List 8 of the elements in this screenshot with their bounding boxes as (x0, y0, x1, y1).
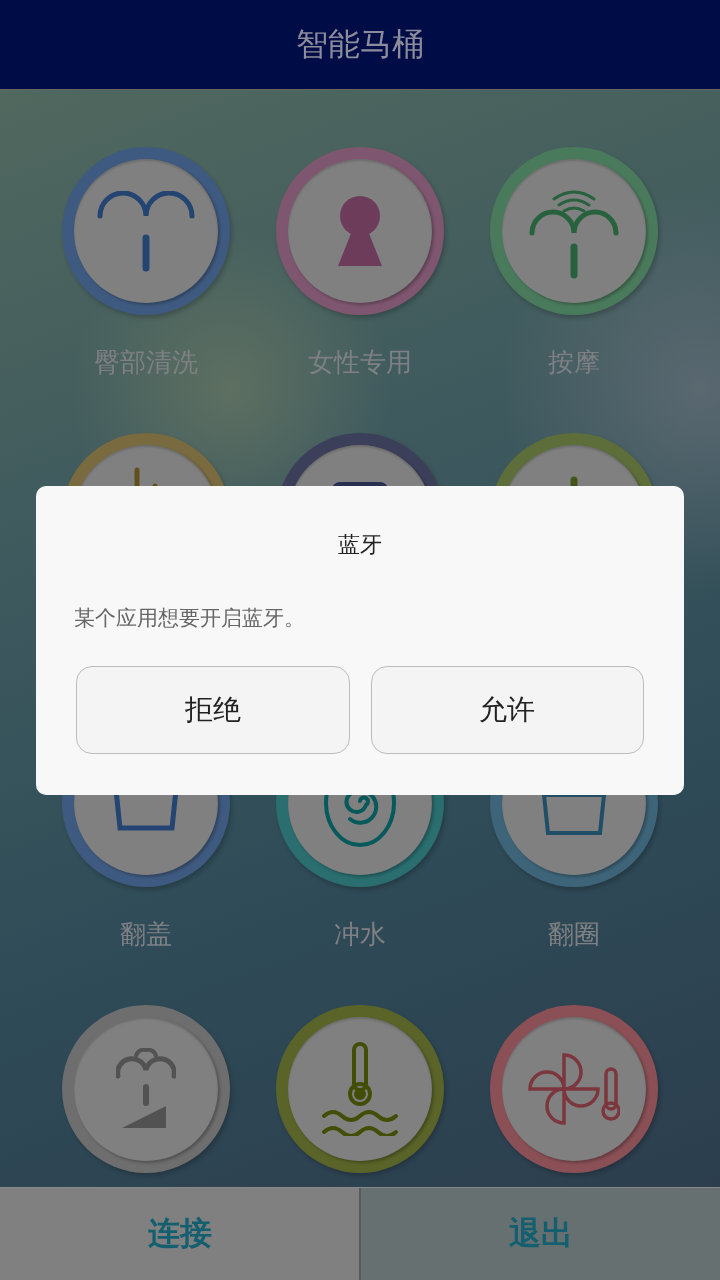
function-label: 冲水 (334, 918, 386, 951)
dialog-title: 蓝牙 (338, 531, 382, 559)
dialog-message: 某个应用想要开启蓝牙。 (74, 605, 306, 632)
function-label: 翻盖 (120, 918, 172, 951)
deny-button[interactable]: 拒绝 (76, 666, 350, 754)
app-title: 智能马桶 (296, 23, 424, 65)
allow-button[interactable]: 允许 (370, 666, 644, 754)
function-label: 翻圈 (548, 918, 600, 951)
